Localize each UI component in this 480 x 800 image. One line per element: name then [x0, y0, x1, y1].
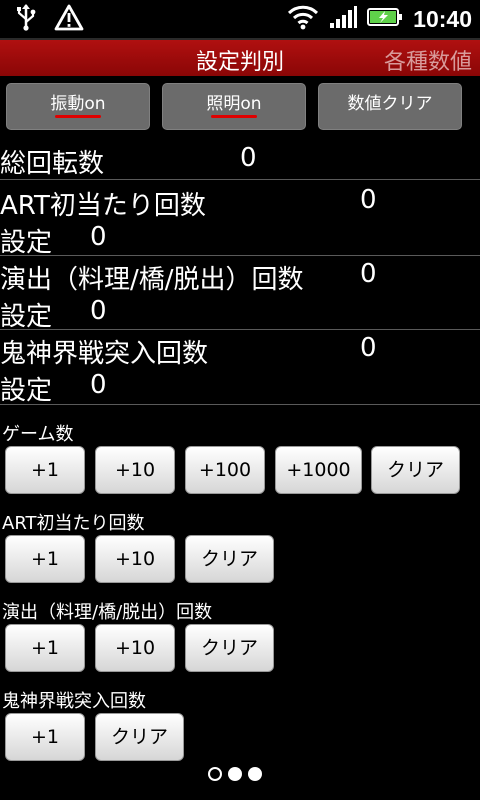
vibration-toggle-button[interactable]: 振動on [6, 83, 150, 130]
performance-count-value: 0 [360, 259, 377, 289]
games-plus-1-button[interactable]: +1 [5, 446, 85, 494]
light-on-indicator [211, 115, 257, 118]
performance-plus-1-button[interactable]: +1 [5, 624, 85, 672]
kishin-plus-1-button[interactable]: +1 [5, 713, 85, 761]
divider [0, 329, 480, 330]
vibration-toggle-label: 振動on [50, 94, 106, 114]
page-dot[interactable] [248, 767, 262, 781]
clear-values-label: 数値クリア [347, 94, 433, 114]
page-indicator [208, 767, 262, 781]
divider [0, 179, 480, 180]
performance-setting-label: 設定 [0, 302, 53, 332]
performance-count-label: 演出（料理/橋/脱出）回数 [0, 265, 304, 295]
status-bar-right: 10:40 [287, 4, 472, 34]
kishin-count-value: 0 [360, 333, 377, 363]
usb-icon [14, 3, 38, 35]
tab-next-page[interactable]: 各種数値 [384, 44, 472, 76]
kishin-setting-label: 設定 [0, 376, 53, 406]
light-toggle-button[interactable]: 照明on [162, 83, 306, 130]
games-plus-1000-button[interactable]: +1000 [275, 446, 362, 494]
kishin-count-label: 鬼神界戦突入回数 [0, 339, 209, 369]
games-clear-button[interactable]: クリア [371, 446, 460, 494]
games-plus-100-button[interactable]: +100 [185, 446, 265, 494]
light-toggle-label: 照明on [206, 94, 262, 114]
vibration-on-indicator [55, 115, 101, 118]
status-bar-left [14, 4, 84, 34]
art-count-label: ART初当たり回数 [0, 191, 206, 221]
total-spins-value: 0 [240, 143, 257, 173]
art-setting-value: 0 [90, 222, 107, 252]
page-dot-current[interactable] [208, 767, 222, 781]
performance-setting-value: 0 [90, 296, 107, 326]
performance-clear-button[interactable]: クリア [185, 624, 274, 672]
art-plus-10-button[interactable]: +10 [95, 535, 175, 583]
warning-icon [54, 3, 84, 35]
clear-values-button[interactable]: 数値クリア [318, 83, 462, 130]
games-plus-10-button[interactable]: +10 [95, 446, 175, 494]
divider [0, 255, 480, 256]
kishin-clear-button[interactable]: クリア [95, 713, 184, 761]
divider [0, 404, 480, 405]
art-clear-button[interactable]: クリア [185, 535, 274, 583]
art-plus-1-button[interactable]: +1 [5, 535, 85, 583]
page-dot[interactable] [228, 767, 242, 781]
signal-icon [329, 5, 358, 33]
kishin-setting-value: 0 [90, 370, 107, 400]
games-section-label: ゲーム数 [2, 424, 74, 445]
performance-plus-10-button[interactable]: +10 [95, 624, 175, 672]
title-bar: 設定判別 各種数値 [0, 40, 480, 76]
wifi-icon [287, 4, 319, 34]
total-spins-label: 総回転数 [0, 149, 105, 179]
clock: 10:40 [413, 5, 472, 32]
performance-section-label: 演出（料理/橋/脱出）回数 [2, 602, 213, 623]
art-section-label: ART初当たり回数 [2, 513, 145, 534]
art-count-value: 0 [360, 185, 377, 215]
kishin-section-label: 鬼神界戦突入回数 [2, 691, 146, 712]
art-setting-label: 設定 [0, 228, 53, 258]
status-bar: 10:40 [0, 0, 480, 40]
battery-charging-icon [367, 6, 403, 32]
